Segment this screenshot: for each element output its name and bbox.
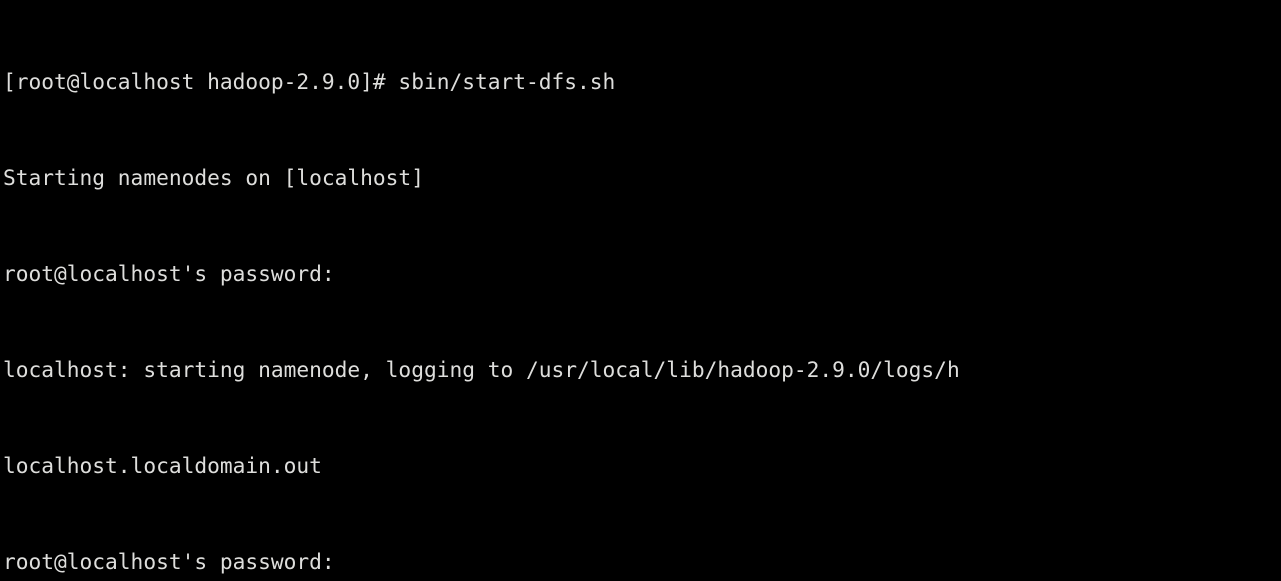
terminal-output-area[interactable]: [root@localhost hadoop-2.9.0]# sbin/star… bbox=[3, 2, 1281, 581]
terminal-line: root@localhost's password: bbox=[3, 261, 335, 286]
terminal-line: root@localhost's password: bbox=[3, 549, 335, 574]
terminal-line: Starting namenodes on [localhost] bbox=[3, 165, 424, 190]
terminal-line: [root@localhost hadoop-2.9.0]# sbin/star… bbox=[3, 69, 616, 94]
terminal-line: localhost: starting namenode, logging to… bbox=[3, 357, 960, 382]
terminal-window[interactable]: [root@localhost hadoop-2.9.0]# sbin/star… bbox=[0, 0, 1281, 581]
terminal-line: localhost.localdomain.out bbox=[3, 453, 322, 478]
